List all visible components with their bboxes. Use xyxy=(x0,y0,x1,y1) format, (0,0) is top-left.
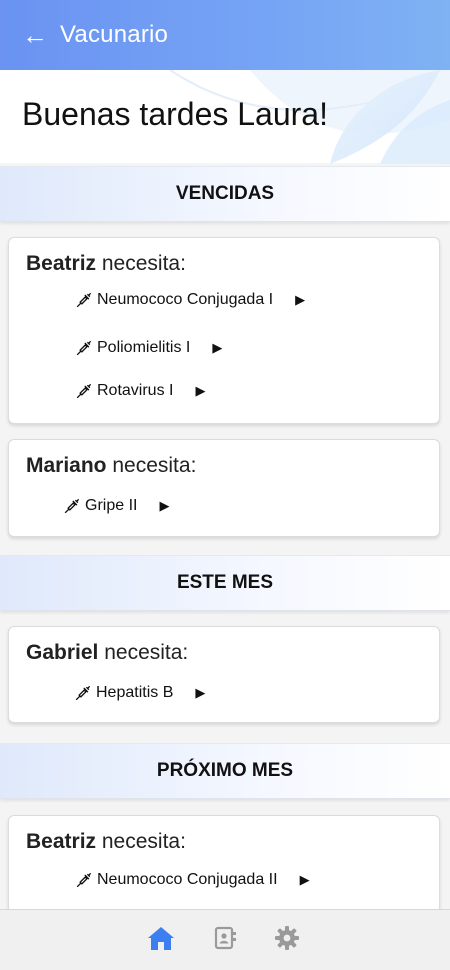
vaccine-label: Neumococo Conjugada I xyxy=(97,291,274,308)
syringe-icon xyxy=(76,383,91,398)
card-title: Gabriel necesita: xyxy=(26,641,188,665)
syringe-icon xyxy=(76,872,91,887)
arrow-left-icon: ← xyxy=(22,20,48,50)
section-header-este-mes: ESTE MES xyxy=(0,555,450,611)
header: ← Vacunario Buenas tardes Laura! xyxy=(0,0,450,164)
app-bar: ← Vacunario xyxy=(0,0,450,70)
card-title: Mariano necesita: xyxy=(26,454,196,478)
vaccine-label: Hepatitis B xyxy=(96,684,174,701)
section-header-proximo-mes: PRÓXIMO MES xyxy=(0,743,450,799)
vaccine-label: Neumococo Conjugada II xyxy=(97,871,278,888)
vaccine-card: Mariano necesita: Gripe II ▶ xyxy=(8,439,440,537)
vaccine-item[interactable]: Neumococo Conjugada II ▶ xyxy=(75,866,310,894)
nav-contacts[interactable] xyxy=(210,923,240,953)
caret-right-icon: ▶ xyxy=(295,292,306,307)
syringe-icon xyxy=(64,498,79,513)
gear-icon xyxy=(275,926,299,950)
card-title: Beatriz necesita: xyxy=(26,252,186,276)
vaccine-item[interactable]: Rotavirus I ▶ xyxy=(75,377,205,405)
section-header-vencidas: VENCIDAS xyxy=(0,166,450,222)
person-name: Beatriz xyxy=(26,830,97,853)
caret-right-icon: ▶ xyxy=(195,685,206,700)
card-title-suffix: necesita: xyxy=(98,641,189,664)
caret-right-icon: ▶ xyxy=(195,383,206,398)
vaccine-label: Poliomielitis I xyxy=(97,339,191,356)
nav-home[interactable] xyxy=(146,923,176,953)
app-title: Vacunario xyxy=(60,21,169,48)
person-name: Gabriel xyxy=(26,641,99,664)
vaccine-item[interactable]: Gripe II ▶ xyxy=(63,492,169,520)
vaccine-item[interactable]: Neumococo Conjugada I ▶ xyxy=(75,286,305,314)
app-screen: ← Vacunario Buenas tardes Laura! VENCIDA… xyxy=(0,0,450,970)
card-title-suffix: necesita: xyxy=(96,830,186,853)
greeting-title: Buenas tardes Laura! xyxy=(22,96,328,132)
syringe-icon xyxy=(75,685,90,700)
home-icon xyxy=(148,927,174,950)
syringe-icon xyxy=(76,292,91,307)
vaccine-card: Beatriz necesita: Neumococo Conjugada I … xyxy=(8,237,440,424)
vaccine-label: Gripe II xyxy=(85,497,138,514)
bottom-nav xyxy=(0,909,450,970)
vaccine-label: Rotavirus I xyxy=(97,382,174,399)
card-title: Beatriz necesita: xyxy=(26,830,186,854)
nav-settings[interactable] xyxy=(272,923,302,953)
card-title-suffix: necesita: xyxy=(106,454,197,477)
vaccine-card: Gabriel necesita: Hepatitis B ▶ xyxy=(8,626,440,723)
caret-right-icon: ▶ xyxy=(159,498,170,513)
caret-right-icon: ▶ xyxy=(299,872,310,887)
vaccine-item[interactable]: Hepatitis B ▶ xyxy=(74,679,205,707)
vaccine-item[interactable]: Poliomielitis I ▶ xyxy=(75,334,222,362)
person-name: Mariano xyxy=(26,454,107,477)
card-title-suffix: necesita: xyxy=(96,252,186,275)
syringe-icon xyxy=(76,340,91,355)
caret-right-icon: ▶ xyxy=(212,340,223,355)
contacts-icon xyxy=(214,926,236,950)
back-button[interactable]: ← Vacunario xyxy=(22,18,168,52)
person-name: Beatriz xyxy=(26,252,97,275)
